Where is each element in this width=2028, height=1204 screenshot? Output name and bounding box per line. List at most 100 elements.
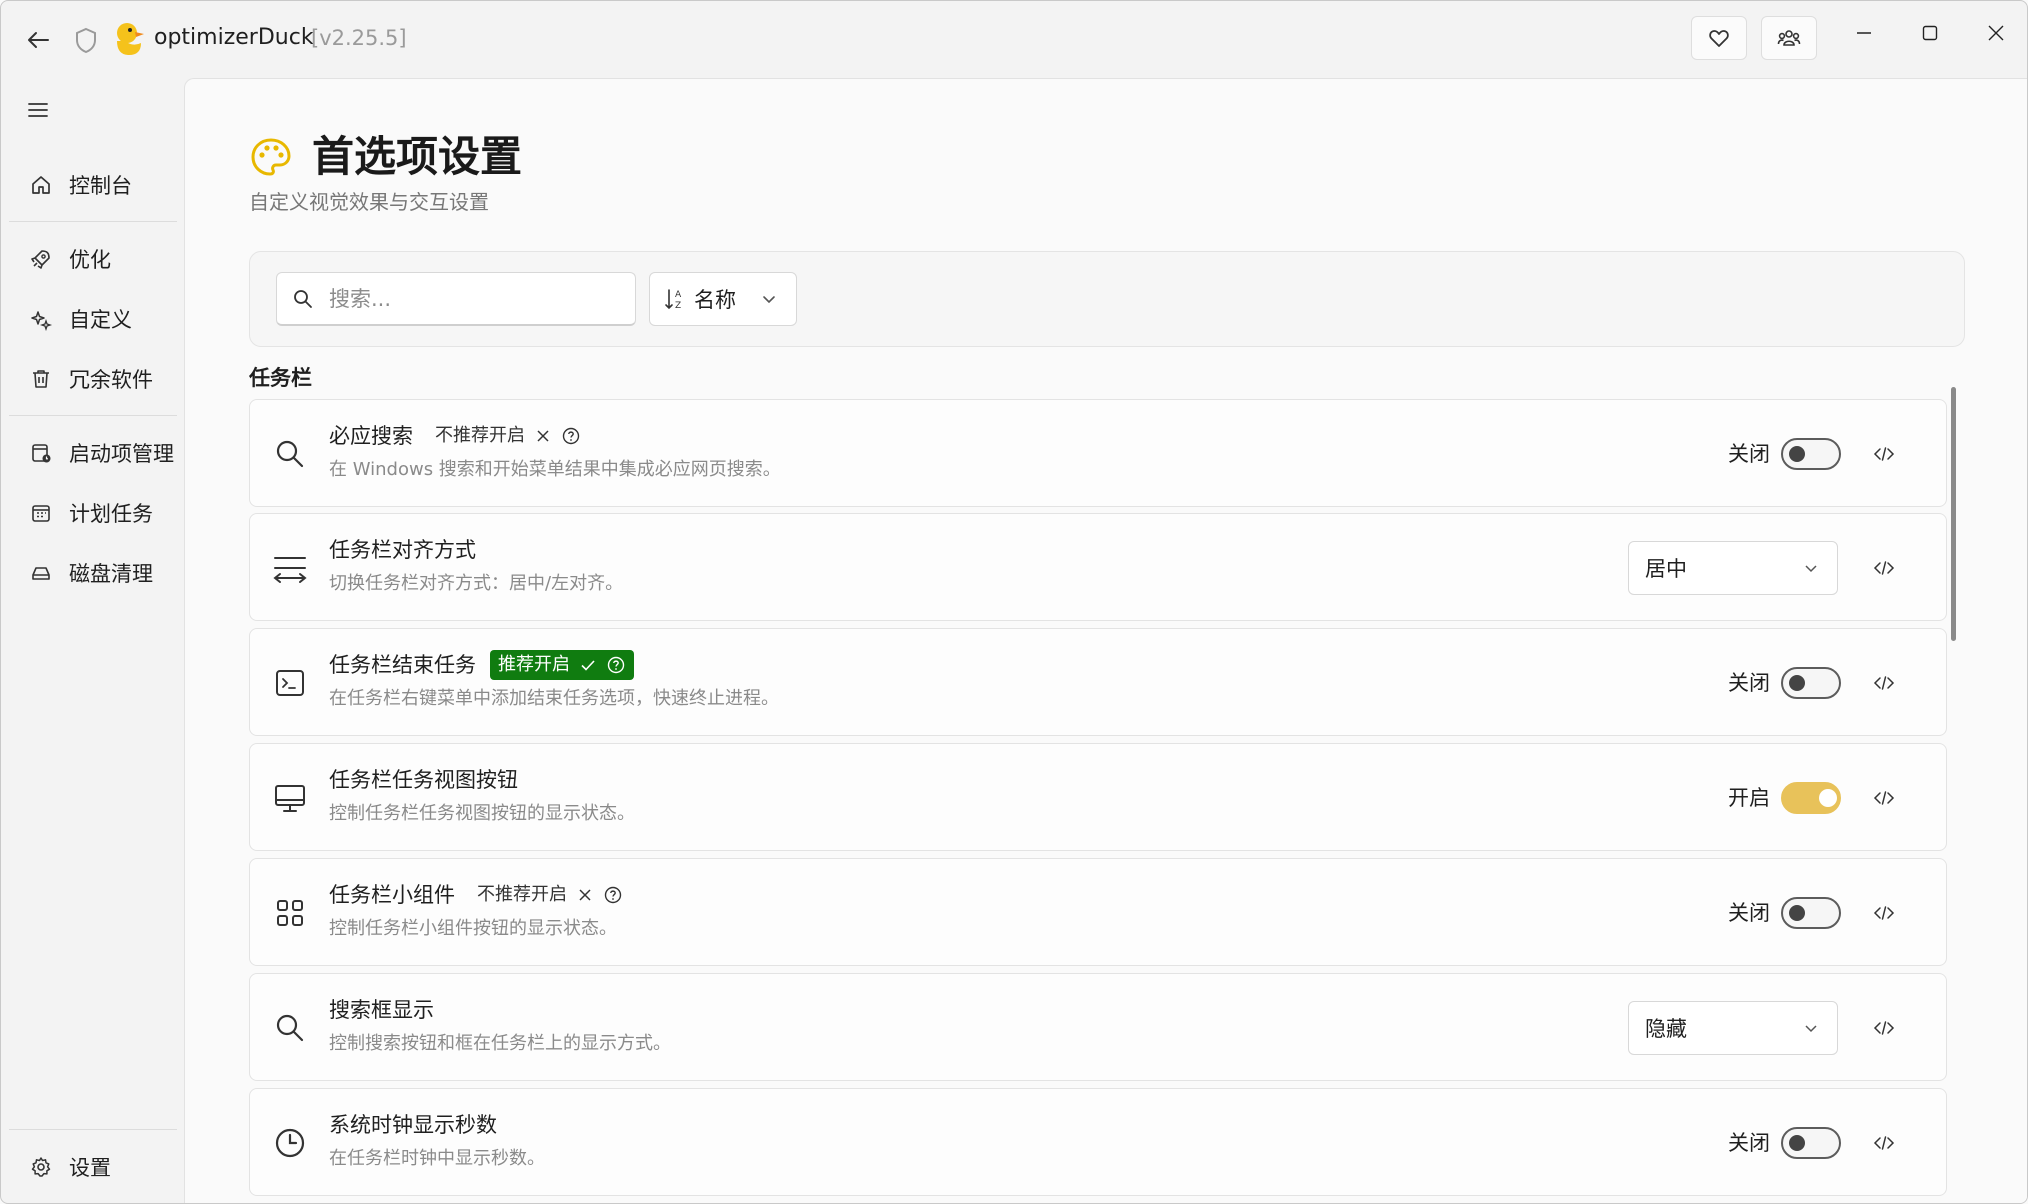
widgets-toggle[interactable] bbox=[1781, 897, 1841, 929]
sidebar-item-dashboard[interactable]: 控制台 bbox=[19, 161, 179, 209]
sidebar-item-label: 优化 bbox=[69, 248, 111, 272]
search-icon bbox=[272, 1010, 308, 1046]
filter-bar: A Z 名称 bbox=[249, 251, 1965, 347]
startup-icon bbox=[27, 439, 55, 467]
trash-icon bbox=[27, 365, 55, 393]
chevron-down-icon bbox=[1805, 565, 1817, 573]
code-icon[interactable] bbox=[1870, 1129, 1898, 1157]
sidebar-item-bloatware[interactable]: 冗余软件 bbox=[19, 355, 179, 403]
toggle-knob bbox=[1819, 789, 1837, 807]
help-icon[interactable] bbox=[561, 426, 581, 446]
setting-title-row: 任务栏结束任务 推荐开启 bbox=[329, 649, 634, 681]
clock-seconds-toggle[interactable] bbox=[1781, 1127, 1841, 1159]
not-recommended-badge: 不推荐开启 bbox=[477, 879, 623, 911]
setting-description: 在任务栏右键菜单中添加结束任务选项，快速终止进程。 bbox=[329, 688, 779, 709]
rocket-icon bbox=[27, 245, 55, 273]
chevron-down-icon bbox=[1805, 1025, 1817, 1033]
sidebar-item-label: 冗余软件 bbox=[69, 368, 153, 392]
bing-search-toggle[interactable] bbox=[1781, 438, 1841, 470]
people-icon bbox=[1777, 30, 1801, 46]
setting-row-task-view: 任务栏任务视图按钮 控制任务栏任务视图按钮的显示状态。 开启 bbox=[249, 743, 1947, 851]
help-icon[interactable] bbox=[606, 655, 626, 675]
recommended-badge: 推荐开启 bbox=[490, 650, 634, 680]
setting-row-clock-seconds: 系统时钟显示秒数 在任务栏时钟中显示秒数。 关闭 bbox=[249, 1088, 1947, 1196]
code-icon[interactable] bbox=[1870, 1014, 1898, 1042]
code-icon[interactable] bbox=[1870, 554, 1898, 582]
main-content: 首选项设置 自定义视觉效果与交互设置 A Z 名称 任务栏 bbox=[184, 78, 2027, 1203]
calendar-icon bbox=[27, 499, 55, 527]
setting-description: 控制搜索按钮和框在任务栏上的显示方式。 bbox=[329, 1033, 671, 1054]
minimize-icon bbox=[1857, 32, 1871, 34]
sidebar-item-customize[interactable]: 自定义 bbox=[19, 295, 179, 343]
sidebar: 控制台 优化 自定义 冗余软件 启动项管理 计划任务 磁盘清理 设置 bbox=[1, 75, 184, 1203]
app-window: optimizerDuck [v2.25.5] 控制台 优化 自定义 冗余软件 … bbox=[0, 0, 2028, 1204]
setting-description: 控制任务栏任务视图按钮的显示状态。 bbox=[329, 803, 635, 824]
minimize-button[interactable] bbox=[1844, 13, 1884, 53]
sparkle-icon bbox=[27, 305, 55, 333]
palette-icon bbox=[249, 135, 293, 179]
setting-title: 任务栏小组件 bbox=[329, 883, 455, 907]
setting-title-row: 任务栏对齐方式 bbox=[329, 534, 476, 566]
toggle-state-label: 关闭 bbox=[1728, 442, 1770, 466]
setting-row-end-task: 任务栏结束任务 推荐开启 在任务栏右键菜单中添加结束任务选项，快速终止进程。 关… bbox=[249, 628, 1947, 736]
clock-icon bbox=[272, 1125, 308, 1161]
sidebar-divider bbox=[9, 1129, 177, 1130]
end-task-toggle[interactable] bbox=[1781, 667, 1841, 699]
title-bar: optimizerDuck [v2.25.5] bbox=[1, 1, 2027, 75]
widgets-icon bbox=[272, 895, 308, 931]
close-button[interactable] bbox=[1976, 13, 2016, 53]
sidebar-item-settings[interactable]: 设置 bbox=[19, 1143, 179, 1191]
code-icon[interactable] bbox=[1870, 669, 1898, 697]
setting-title: 任务栏结束任务 bbox=[329, 653, 476, 677]
sidebar-item-disk-cleanup[interactable]: 磁盘清理 bbox=[19, 549, 179, 597]
code-icon[interactable] bbox=[1870, 440, 1898, 468]
page-title: 首选项设置 bbox=[312, 132, 523, 181]
search-box-dropdown[interactable]: 隐藏 bbox=[1628, 1001, 1838, 1055]
sort-dropdown[interactable]: A Z 名称 bbox=[649, 272, 797, 326]
setting-title-row: 任务栏任务视图按钮 bbox=[329, 764, 518, 796]
sidebar-item-label: 自定义 bbox=[69, 308, 132, 332]
search-input[interactable] bbox=[329, 286, 619, 311]
toggle-knob bbox=[1789, 675, 1805, 691]
toggle-state-label: 关闭 bbox=[1728, 1131, 1770, 1155]
scrollbar-thumb[interactable] bbox=[1951, 387, 1956, 641]
sidebar-item-startup[interactable]: 启动项管理 bbox=[19, 429, 179, 477]
task-view-toggle[interactable] bbox=[1781, 782, 1841, 814]
toggle-state-label: 开启 bbox=[1728, 786, 1770, 810]
favorite-button[interactable] bbox=[1691, 16, 1747, 60]
svg-text:Z: Z bbox=[675, 301, 681, 311]
toggle-knob bbox=[1789, 905, 1805, 921]
sort-az-icon: A Z bbox=[665, 289, 682, 311]
setting-title-row: 必应搜索 不推荐开启 bbox=[329, 420, 581, 452]
not-recommended-badge: 不推荐开启 bbox=[435, 420, 581, 452]
page-subtitle: 自定义视觉效果与交互设置 bbox=[249, 190, 489, 214]
setting-description: 在 Windows 搜索和开始菜单结果中集成必应网页搜索。 bbox=[329, 459, 781, 480]
setting-row-taskbar-alignment: 任务栏对齐方式 切换任务栏对齐方式：居中/左对齐。 居中 bbox=[249, 513, 1947, 621]
badge-label: 不推荐开启 bbox=[477, 884, 567, 905]
back-arrow-icon[interactable] bbox=[23, 25, 53, 55]
align-icon bbox=[272, 550, 308, 586]
sidebar-item-label: 计划任务 bbox=[69, 502, 153, 526]
menu-toggle-icon[interactable] bbox=[23, 95, 53, 125]
sidebar-item-label: 控制台 bbox=[69, 174, 132, 198]
code-icon[interactable] bbox=[1870, 784, 1898, 812]
search-box[interactable] bbox=[276, 272, 636, 326]
sidebar-item-scheduled-tasks[interactable]: 计划任务 bbox=[19, 489, 179, 537]
sidebar-item-optimize[interactable]: 优化 bbox=[19, 235, 179, 283]
drive-icon bbox=[27, 559, 55, 587]
sidebar-item-label: 启动项管理 bbox=[69, 442, 174, 466]
heart-icon bbox=[1709, 30, 1729, 47]
code-icon[interactable] bbox=[1870, 899, 1898, 927]
community-button[interactable] bbox=[1761, 16, 1817, 60]
setting-title: 任务栏任务视图按钮 bbox=[329, 768, 518, 792]
search-icon bbox=[294, 289, 312, 308]
x-icon bbox=[537, 430, 549, 442]
alignment-dropdown[interactable]: 居中 bbox=[1628, 541, 1838, 595]
check-icon bbox=[581, 660, 595, 671]
dropdown-value: 隐藏 bbox=[1645, 1017, 1687, 1041]
maximize-button[interactable] bbox=[1910, 13, 1950, 53]
toggle-knob bbox=[1789, 1135, 1805, 1151]
help-icon[interactable] bbox=[603, 885, 623, 905]
home-icon bbox=[27, 171, 55, 199]
toggle-state-label: 关闭 bbox=[1728, 671, 1770, 695]
